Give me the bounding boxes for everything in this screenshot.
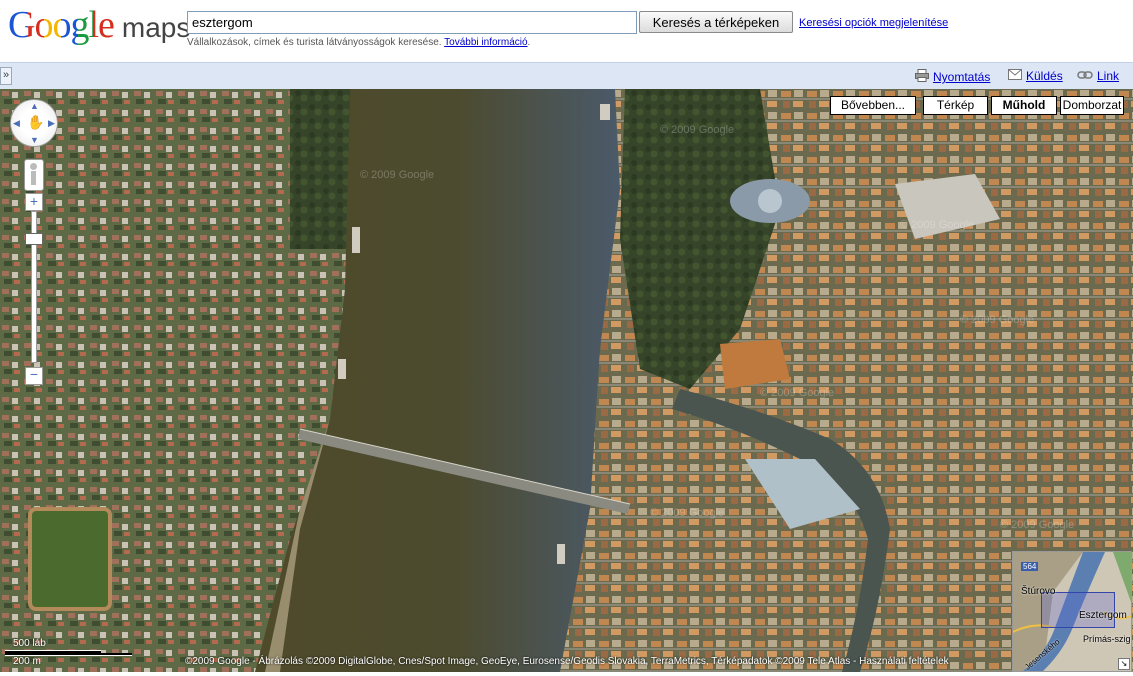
header: Google maps Keresés a térképeken Keresés… [0,0,1133,62]
overview-collapse-icon[interactable]: ↘ [1118,658,1130,670]
scale-bar: 500 láb 200 m [5,637,133,667]
map-type-map-button[interactable]: Térkép [923,96,988,115]
zoom-slider-thumb[interactable] [25,233,43,245]
envelope-icon [1008,69,1022,83]
zoom-out-button[interactable]: − [25,367,43,385]
link-link[interactable]: Link [1077,69,1119,83]
search-hint-text: Vállalkozások, címek és turista látványo… [187,37,442,48]
search-hint-period: . [527,37,531,48]
hand-icon[interactable]: ✋ [27,114,44,131]
overview-map[interactable]: 564 Štúrovo Esztergom Prímás-sziget Jese… [1012,551,1132,672]
send-label: Küldés [1026,69,1063,83]
map-type-terrain-button[interactable]: Domborzat [1060,96,1124,115]
road-number-badge: 564 [1021,562,1039,571]
pan-down-arrow-icon[interactable]: ▼ [30,135,39,145]
zoom-in-button[interactable]: + [25,193,43,211]
pegman-body [31,171,36,185]
overview-label-primas-sziget: Prímás-sziget [1083,634,1131,644]
street-view-pegman-icon[interactable] [24,159,44,191]
chain-link-icon [1077,69,1093,83]
search-hint: Vállalkozások, címek és turista látványo… [187,37,530,48]
send-link[interactable]: Küldés [1008,69,1063,83]
map-type-selector: Térkép Műhold Domborzat [923,96,1127,115]
imagery-watermark: © 2009 Google [360,169,435,181]
pan-control[interactable]: ▲ ▼ ◀ ▶ ✋ [10,99,58,147]
pan-up-arrow-icon[interactable]: ▲ [30,101,39,111]
overview-label-sturovo: Štúrovo [1021,586,1056,597]
search-button[interactable]: Keresés a térképeken [639,11,793,33]
logo-maps-text: maps [121,12,191,43]
panel-toggle-button[interactable]: » [0,67,12,85]
pan-left-arrow-icon[interactable]: ◀ [13,118,20,129]
imagery-watermark: © 2009 Google [1000,519,1075,531]
scale-feet-label: 500 láb [13,638,46,649]
imagery-watermark: © 2009 Google [900,219,975,231]
toolbar: » Nyomtatás Küldés Link [0,62,1133,90]
scale-meters-label: 200 m [13,656,41,667]
satellite-map[interactable]: ▲ ▼ ◀ ▶ ✋ + − Bővebben... Térkép Műhold … [0,89,1133,672]
map-type-satellite-button[interactable]: Műhold [991,96,1057,115]
imagery-watermark: © 2009 Google [660,124,735,136]
google-maps-logo[interactable]: Google maps [8,3,191,46]
pan-right-arrow-icon[interactable]: ▶ [48,118,55,129]
overview-label-esztergom: Esztergom [1079,610,1127,621]
search-input[interactable] [187,11,637,34]
more-layers-button[interactable]: Bővebben... [830,96,916,115]
print-label: Nyomtatás [933,70,991,84]
imagery-watermark: © 2009 Google [960,314,1035,326]
more-info-link[interactable]: További információ [444,37,527,48]
printer-icon [915,69,929,85]
imagery-watermark: © 2009 Google [760,387,835,399]
satellite-imagery [0,89,1133,672]
logo-google-text: Google [8,4,115,46]
pegman-head [30,163,37,170]
search-options-link[interactable]: Keresési opciók megjelenítése [799,17,948,29]
print-link[interactable]: Nyomtatás [915,69,990,85]
copyright-text[interactable]: ©2009 Google - Ábrázolás ©2009 DigitalGl… [185,656,949,667]
imagery-watermark: © 2009 Google [650,507,725,519]
link-label: Link [1097,69,1120,83]
